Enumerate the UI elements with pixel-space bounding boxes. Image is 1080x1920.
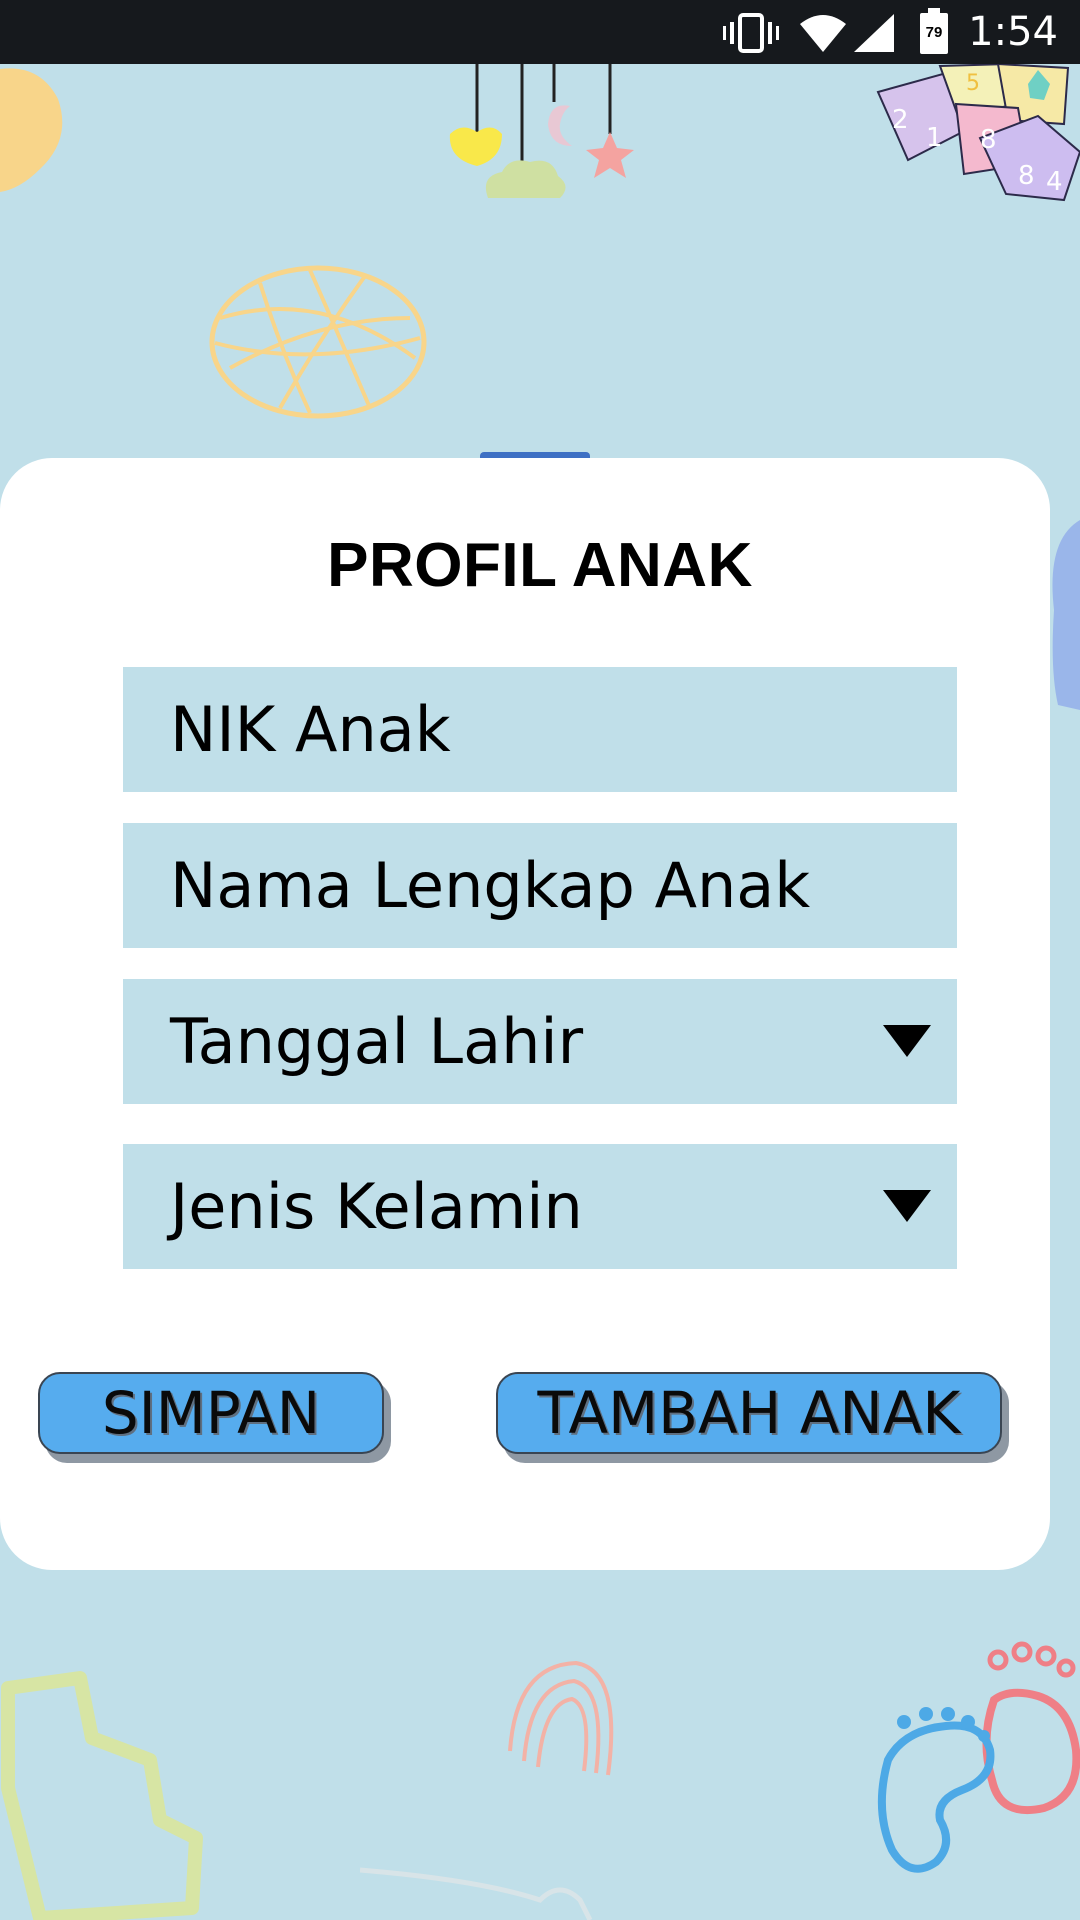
svg-text:2: 2	[892, 105, 909, 135]
full-name-input-placeholder: Nama Lengkap Anak	[170, 849, 811, 922]
gender-dropdown-label: Jenis Kelamin	[170, 1170, 583, 1243]
svg-text:1: 1	[926, 123, 943, 153]
rainbow	[508, 1660, 614, 1776]
birth-date-dropdown[interactable]: Tanggal Lahir	[123, 979, 957, 1104]
svg-text:5: 5	[966, 71, 980, 96]
wifi-icon	[800, 15, 846, 52]
nik-input-placeholder: NIK Anak	[170, 693, 451, 766]
birth-date-dropdown-label: Tanggal Lahir	[170, 1005, 584, 1078]
profile-card: PROFIL ANAK NIK Anak Nama Lengkap Anak T…	[0, 458, 1050, 1570]
orange-blob	[0, 68, 63, 192]
gender-dropdown[interactable]: Jenis Kelamin	[123, 1144, 957, 1269]
svg-text:8: 8	[980, 125, 997, 155]
number-blocks: 2 1 5 8 8 4	[876, 64, 1080, 202]
yellow-ball	[209, 265, 427, 419]
full-name-input[interactable]: Nama Lengkap Anak	[123, 823, 957, 948]
status-bar: 79 1:54	[0, 0, 1080, 64]
status-time: 1:54	[968, 9, 1058, 55]
dropdown-arrow-icon[interactable]	[883, 1190, 931, 1222]
dropdown-arrow-icon[interactable]	[883, 1025, 931, 1057]
faint-doodle	[360, 1867, 593, 1920]
crib-mobile	[449, 64, 634, 198]
footprints	[877, 1641, 1080, 1873]
svg-text:8: 8	[1018, 161, 1035, 191]
svg-text:4: 4	[1046, 167, 1063, 197]
nik-input[interactable]: NIK Anak	[123, 667, 957, 792]
signal-icon	[854, 14, 894, 52]
save-button[interactable]: SIMPAN	[38, 1372, 384, 1454]
vibrate-icon	[723, 13, 779, 53]
battery-level: 79	[925, 24, 943, 41]
green-puzzle-piece	[1, 1671, 203, 1920]
add-child-button[interactable]: TAMBAH ANAK	[496, 1372, 1002, 1454]
battery-icon: 79	[920, 8, 948, 54]
page-title: PROFIL ANAK	[327, 531, 753, 600]
